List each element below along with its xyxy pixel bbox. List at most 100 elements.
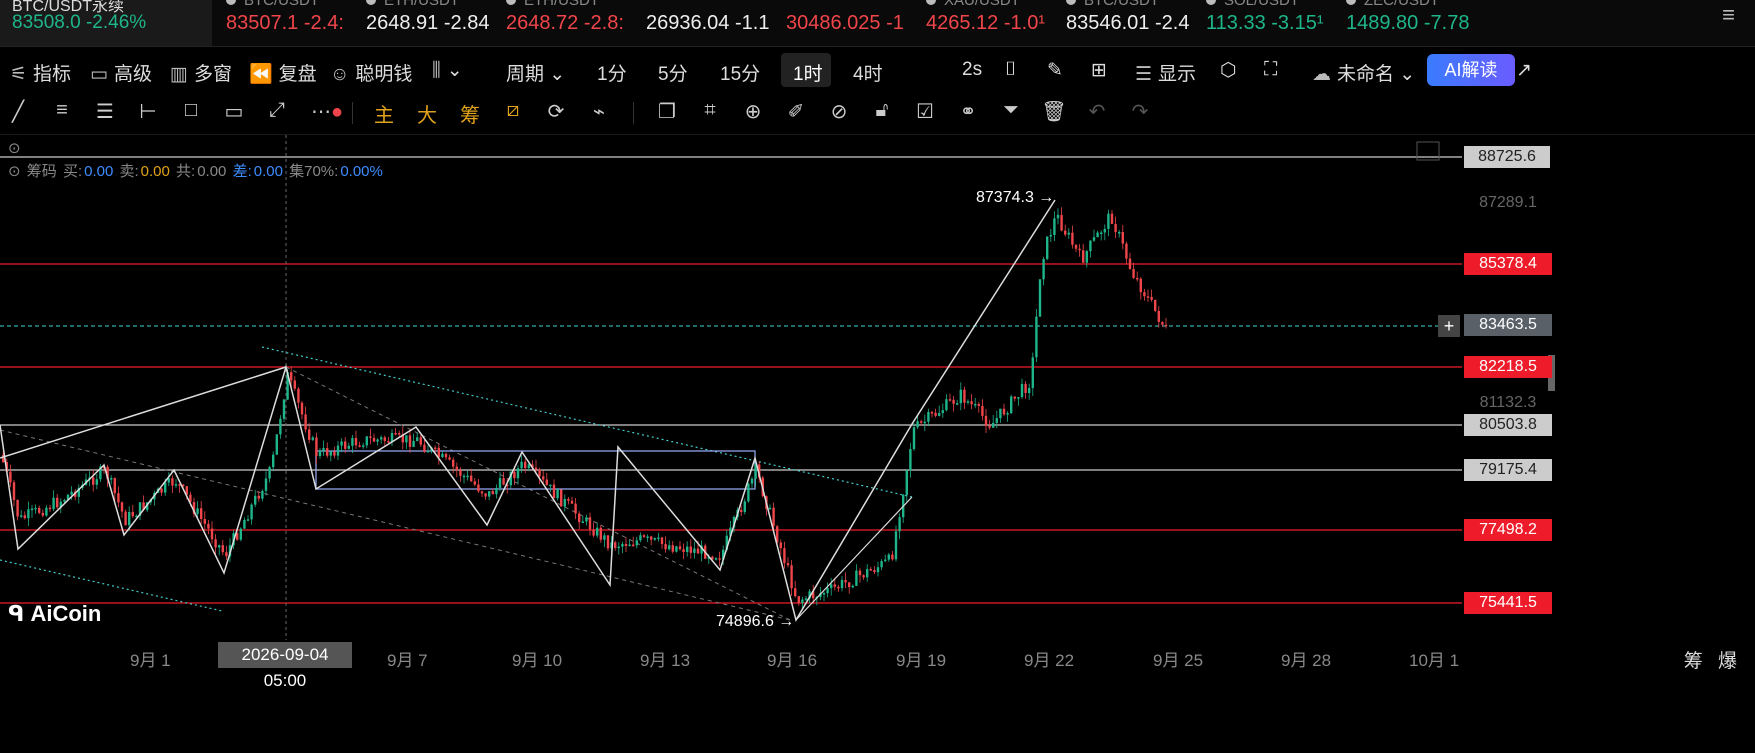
candle <box>1092 237 1096 241</box>
period-1m[interactable]: 1分 <box>597 59 627 86</box>
copy-icon[interactable]: ❐ <box>653 99 681 124</box>
ruler-icon[interactable]: ▭ <box>220 99 248 124</box>
candle <box>693 548 696 553</box>
indicator-button[interactable]: ⚟ 指标 <box>10 59 71 86</box>
candle <box>344 441 347 449</box>
chart-type-dropdown[interactable]: ⫼ ⌄ <box>432 59 463 82</box>
candle <box>351 437 354 446</box>
layout-name-dropdown[interactable]: ☁ 未命名 ⌄ <box>1312 59 1415 86</box>
period-15m[interactable]: 15分 <box>720 59 760 86</box>
candle <box>297 388 300 403</box>
ticker-change: -1.1 <box>734 12 770 34</box>
candle <box>1056 214 1060 219</box>
ticker-item[interactable]: ETH/USDT 2648.72 -2.8: <box>494 0 634 46</box>
more-tools-icon[interactable]: ⋯● <box>309 99 345 124</box>
candle <box>1060 214 1063 231</box>
candle <box>534 467 538 470</box>
ticker-item[interactable]: BTC/USDT 83546.01 -2.4 <box>1054 0 1194 46</box>
channel-line <box>261 346 913 498</box>
trend-line-icon[interactable]: ╱ <box>4 99 32 124</box>
advanced-icon: ▭ <box>90 64 108 85</box>
share-icon[interactable]: ↗ <box>1516 59 1532 82</box>
horizontal-lines-icon[interactable]: ☰ <box>91 99 119 124</box>
period-5m[interactable]: 5分 <box>658 59 688 86</box>
horizontal-ray-icon[interactable]: ⊢ <box>134 99 162 124</box>
candle <box>1020 384 1024 398</box>
candle <box>599 527 602 540</box>
pencil-icon[interactable]: ✎ <box>1047 59 1063 82</box>
candle <box>678 546 682 550</box>
ticker-item[interactable]: 26936.04 -1.1 <box>634 0 774 46</box>
chip-toggle[interactable]: 筹 <box>456 99 484 128</box>
candle <box>790 565 793 589</box>
trash-icon[interactable]: 🗑︎ <box>1040 99 1068 124</box>
sync-icon[interactable]: ⟳ <box>542 99 570 124</box>
candle <box>632 544 635 547</box>
replay-button[interactable]: ⏪ 复盘 <box>249 59 317 86</box>
ticker-item[interactable]: 30486.025 -1 <box>774 0 914 46</box>
ticker-item[interactable]: SOL/USDT 113.33 -3.15¹ <box>1194 0 1334 46</box>
advanced-button[interactable]: ▭ 高级 <box>90 59 152 86</box>
candle <box>1024 384 1027 394</box>
candle <box>614 542 617 548</box>
filter-icon[interactable]: ⏷ <box>997 99 1025 122</box>
add-window-icon[interactable]: ⊞ <box>1091 59 1107 82</box>
undo-icon[interactable]: ↶ <box>1083 99 1111 124</box>
settings-icon[interactable]: ⬡ <box>1220 59 1237 82</box>
ticker-item[interactable]: BTC/USDT永续 83508.0 -2.46% <box>0 0 212 46</box>
candle <box>243 519 246 529</box>
period-1h[interactable]: 1时 <box>793 59 823 86</box>
period-4h[interactable]: 4时 <box>853 59 883 86</box>
multi-window-button[interactable]: ▥ 多窗 <box>170 59 232 86</box>
candle <box>437 447 440 458</box>
candle <box>207 523 210 529</box>
candle <box>300 402 304 415</box>
big-order-toggle[interactable]: 大 <box>413 99 441 128</box>
link-icon[interactable]: ⚭ <box>954 99 982 124</box>
candle <box>970 401 973 405</box>
candle <box>1125 243 1128 259</box>
current-price-label: 83463.5 <box>1464 314 1552 336</box>
candle <box>639 535 642 541</box>
period-dropdown[interactable]: 周期 ⌄ <box>506 59 565 86</box>
candle <box>221 545 224 553</box>
main-chart-toggle[interactable]: 主 <box>370 99 398 128</box>
candle <box>891 554 894 560</box>
camera-icon[interactable]: ⌷ <box>1005 59 1016 81</box>
candle <box>477 484 480 492</box>
chip-toggle-button[interactable]: 筹 <box>1684 651 1703 672</box>
edit-list-icon[interactable]: ☑ <box>911 99 939 124</box>
candle <box>653 538 656 540</box>
measure-icon[interactable]: ⌗ <box>696 99 724 122</box>
zoom-in-icon[interactable]: ⊕ <box>739 99 767 124</box>
burst-toggle-button[interactable]: 爆 <box>1718 651 1737 672</box>
candle <box>466 475 469 478</box>
candle <box>210 528 214 540</box>
candle <box>1085 251 1088 263</box>
refresh-interval[interactable]: 2s <box>962 59 982 81</box>
lock-icon[interactable]: 🔓︎ <box>868 99 896 122</box>
hide-drawings-icon[interactable]: ⊘ <box>825 99 853 124</box>
collapse-chip-icon[interactable]: ⊙ <box>8 163 21 180</box>
candle <box>365 436 368 446</box>
heatmap-icon[interactable]: ⧄ <box>499 99 527 122</box>
candle <box>988 425 991 428</box>
ticker-item[interactable]: XAU/USDT 4265.12 -1.0¹ <box>914 0 1054 46</box>
expand-icon[interactable]: ⊙ <box>8 139 21 157</box>
redo-icon[interactable]: ↷ <box>1126 99 1154 124</box>
eraser-icon[interactable]: ✐ <box>782 99 810 124</box>
candle <box>380 437 383 440</box>
ticker-item[interactable]: BTC/USDT 83507.1 -2.4: <box>214 0 354 46</box>
candle <box>992 422 995 428</box>
ai-analysis-button[interactable]: AI解读 <box>1427 54 1515 86</box>
arrow-icon[interactable]: ⤢ <box>263 99 291 122</box>
rectangle-icon[interactable]: □ <box>177 99 205 122</box>
ticker-item[interactable]: ZEC/USDT 1489.80 -7.78 <box>1334 0 1474 46</box>
parallel-lines-icon[interactable]: ≡ <box>48 99 76 122</box>
display-button[interactable]: ☰ 显示 <box>1135 59 1196 86</box>
fullscreen-icon[interactable]: ⛶ <box>1264 59 1277 81</box>
magnet-icon[interactable]: ⌁ <box>585 99 613 124</box>
smart-money-button[interactable]: ☺ 聪明钱 <box>330 59 412 86</box>
menu-icon[interactable]: ≡ <box>1722 2 1735 28</box>
ticker-item[interactable]: ETH/USDT 2648.91 -2.84 <box>354 0 494 46</box>
